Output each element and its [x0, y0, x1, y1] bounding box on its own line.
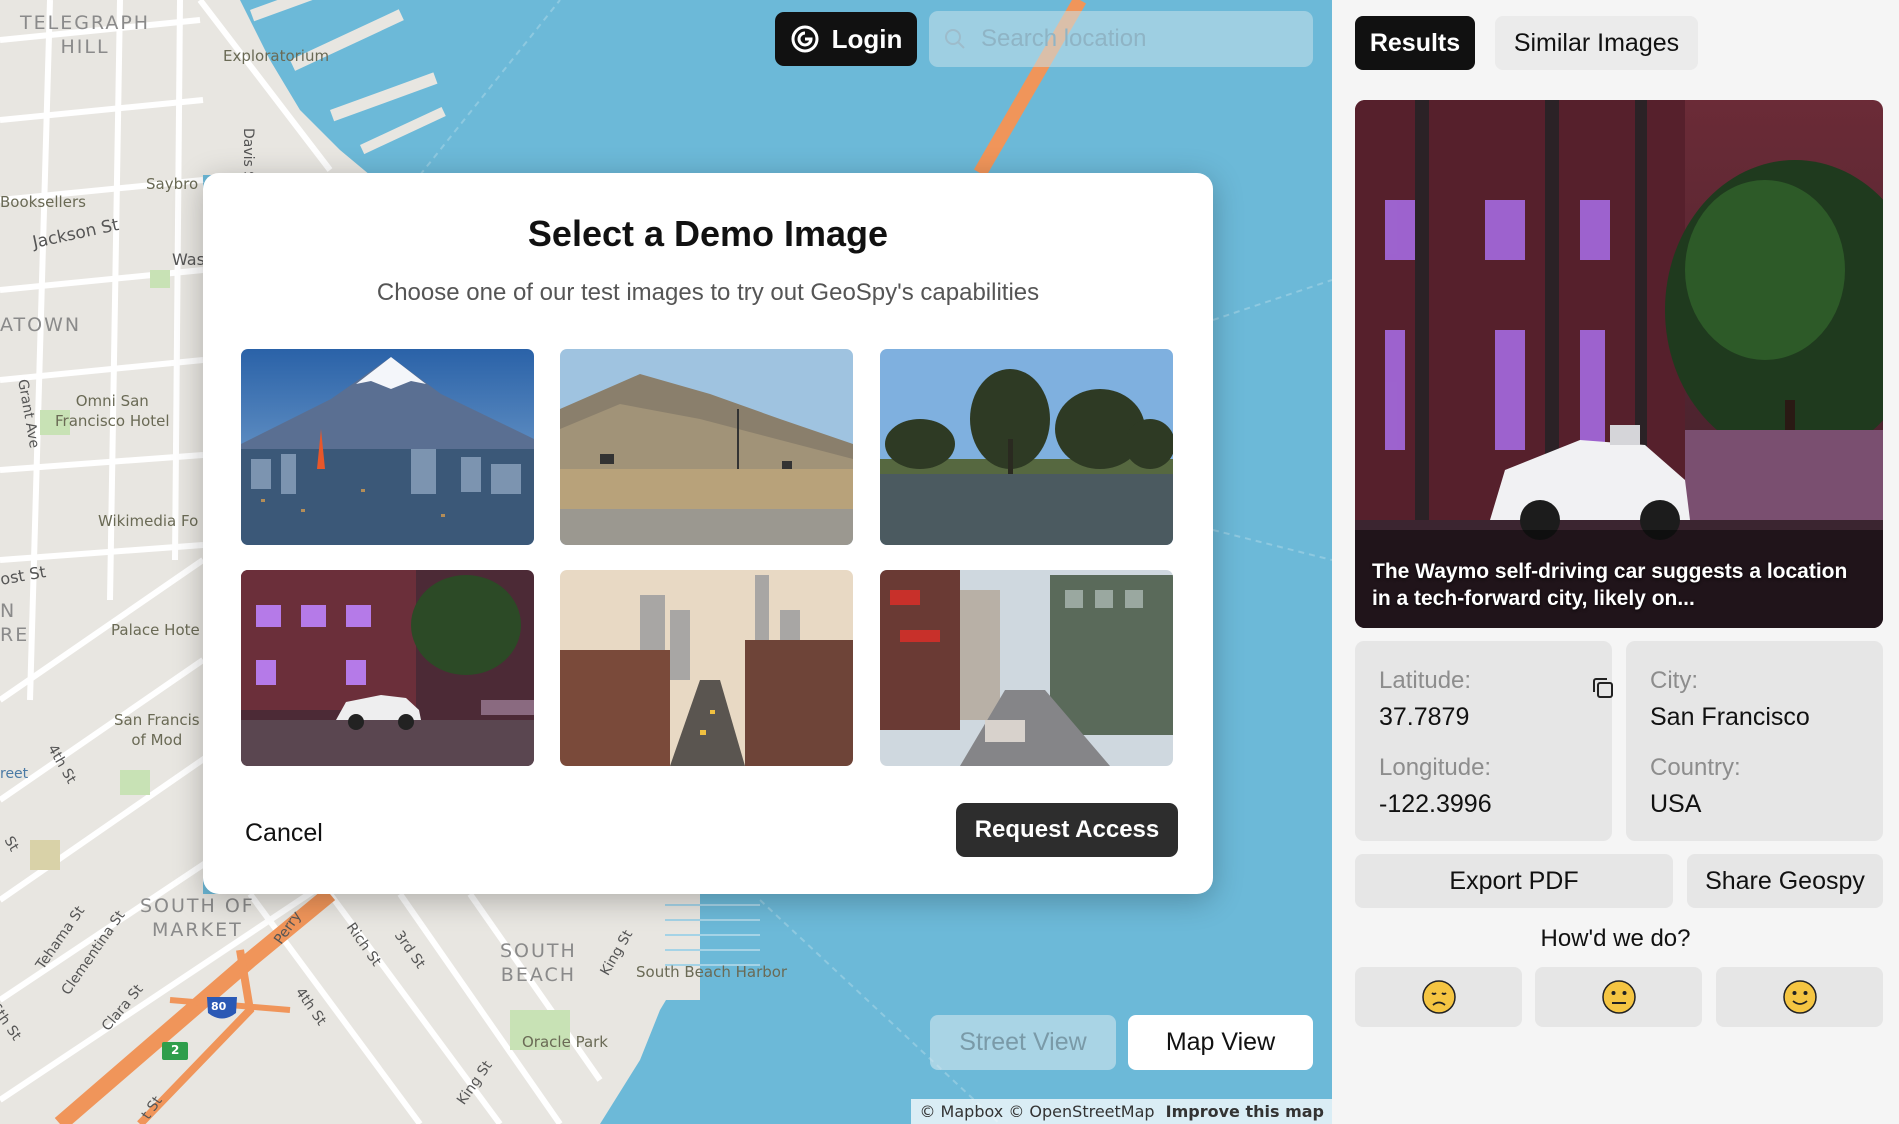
latitude-value: 37.7879 — [1379, 703, 1470, 731]
osm-attribution-link[interactable]: © OpenStreetMap — [1008, 1102, 1154, 1121]
route-shield-80: 80 — [211, 1000, 227, 1013]
street-view-button[interactable]: Street View — [930, 1015, 1116, 1070]
share-geospy-button[interactable]: Share Geospy — [1687, 854, 1883, 908]
map-label-sf-mod: San Francis of Mod — [114, 711, 200, 749]
map-label-palace-hotel: Palace Hote — [111, 621, 200, 639]
copy-icon[interactable] — [1589, 674, 1617, 702]
city-value: San Francisco — [1650, 703, 1810, 731]
export-pdf-button[interactable]: Export PDF — [1355, 854, 1673, 908]
results-panel: Results Similar Images The Waymo self-dr… — [1332, 0, 1899, 1124]
map-label-reet: reet — [0, 766, 29, 782]
map-label-omni-hotel: Omni San Francisco Hotel — [55, 392, 170, 430]
longitude-value: -122.3996 — [1379, 790, 1492, 818]
feedback-sad-button[interactable] — [1355, 967, 1522, 1027]
map-label-south-beach: SOUTH BEACH — [500, 940, 577, 986]
demo-image-mount-fuji-tokyo[interactable] — [241, 349, 534, 545]
login-button[interactable]: Login — [775, 12, 917, 66]
search-icon — [945, 29, 965, 49]
result-caption: The Waymo self-driving car suggests a lo… — [1372, 560, 1848, 610]
map-label-exploratorium: Exploratorium — [223, 47, 330, 65]
coordinates-card: Latitude: 37.7879 Longitude: -122.3996 — [1355, 641, 1613, 841]
improve-map-link[interactable]: Improve this map — [1166, 1102, 1324, 1121]
location-card: City: San Francisco Country: USA — [1626, 641, 1883, 841]
feedback-smile-button[interactable] — [1716, 967, 1883, 1027]
mapbox-attribution-link[interactable]: © Mapbox — [919, 1102, 1003, 1121]
country-label: Country: — [1650, 754, 1741, 781]
map-label-telegraph-hill: TELEGRAPH HILL — [20, 12, 151, 58]
smile-face-icon — [1782, 980, 1817, 1014]
map-label-oracle-park: Oracle Park — [522, 1033, 608, 1051]
dialog-title: Select a Demo Image — [527, 213, 889, 254]
longitude-label: Longitude: — [1379, 754, 1492, 781]
tab-similar-images[interactable]: Similar Images — [1495, 16, 1698, 70]
neutral-face-icon — [1601, 980, 1636, 1014]
map-attribution: © Mapbox © OpenStreetMap Improve this ma… — [911, 1099, 1332, 1124]
city-label: City: — [1650, 667, 1698, 694]
map-label-south-beach-harbor: South Beach Harbor — [636, 963, 788, 981]
map-label-atown: ATOWN — [0, 314, 82, 336]
map-label-wikimedia: Wikimedia Fo — [98, 512, 199, 530]
demo-image-park-pond[interactable] — [880, 349, 1173, 545]
demo-image-waymo-car[interactable] — [241, 570, 534, 766]
result-image: The Waymo self-driving car suggests a lo… — [1355, 100, 1883, 628]
tab-results[interactable]: Results — [1355, 16, 1475, 70]
demo-image-nyc-street[interactable] — [560, 570, 853, 766]
demo-image-desert-oilfield[interactable] — [560, 349, 853, 545]
map-view-button[interactable]: Map View — [1128, 1015, 1313, 1070]
feedback-question: How'd we do? — [1540, 925, 1691, 952]
cancel-button[interactable]: Cancel — [245, 813, 323, 854]
sad-face-icon — [1421, 980, 1456, 1014]
country-value: USA — [1650, 790, 1702, 818]
feedback-neutral-button[interactable] — [1535, 967, 1702, 1027]
login-label: Login — [831, 23, 903, 54]
request-access-button[interactable]: Request Access — [956, 803, 1178, 857]
geospy-logo-icon — [791, 25, 819, 53]
demo-image-chinatown-street[interactable] — [880, 570, 1173, 766]
map-label-saybrook: Saybro — [146, 175, 199, 193]
map-label-booksellers: Booksellers — [0, 193, 86, 211]
route-shield-2: 2 — [171, 1043, 180, 1057]
location-search[interactable] — [929, 11, 1313, 67]
dialog-subtitle: Choose one of our test images to try out… — [376, 279, 1040, 306]
map-label-was: Was — [172, 250, 205, 269]
search-input[interactable] — [981, 25, 1301, 53]
demo-image-dialog: Select a Demo Image Choose one of our te… — [203, 173, 1213, 894]
map-label-n-re: N RE — [0, 600, 30, 646]
map-label-south-of-market: SOUTH OF MARKET — [140, 895, 255, 941]
latitude-label: Latitude: — [1379, 667, 1472, 694]
